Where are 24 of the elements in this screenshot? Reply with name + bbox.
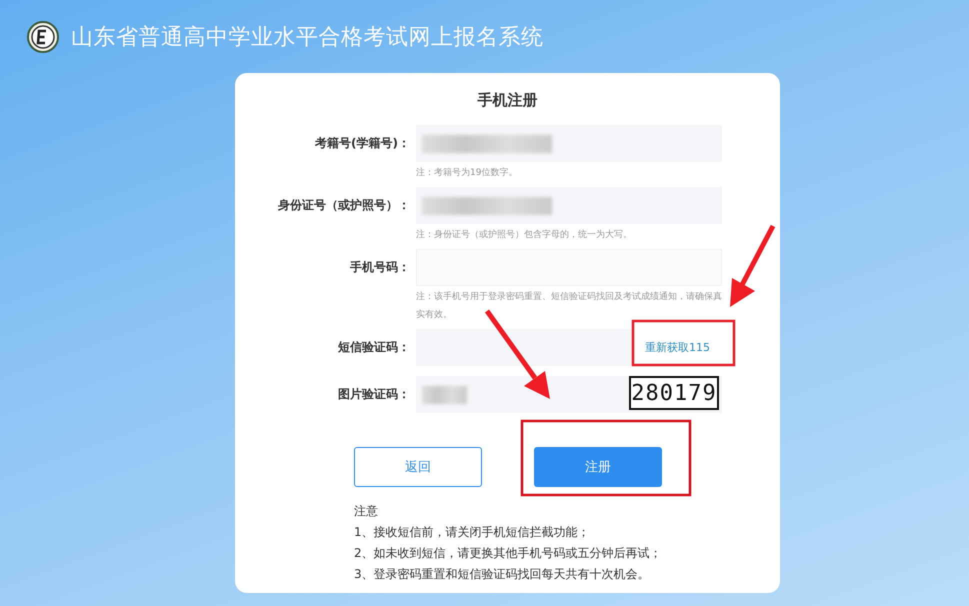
note-text: 2、如未收到短信，请更换其他手机号码或五分钟后再试； bbox=[354, 545, 663, 562]
note-text: 1、接收短信前，请关闭手机短信拦截功能； bbox=[354, 524, 591, 541]
field-hint: 注：该手机号用于登录密码重置、短信验证码找回及考试成绩通知，请确保真实有效。 bbox=[416, 290, 722, 322]
register-button[interactable]: 注册 bbox=[534, 447, 662, 487]
field-hint: 注：考籍号为19位数字。 bbox=[416, 166, 518, 180]
back-button[interactable]: 返回 bbox=[354, 447, 482, 487]
input-field[interactable]: 280179 bbox=[416, 376, 722, 413]
input-field[interactable] bbox=[416, 125, 722, 162]
field-hint: 注：身份证号（或护照号）包含字母的，统一为大写。 bbox=[416, 228, 633, 242]
field-label: 手机号码： bbox=[349, 259, 411, 276]
field-label: 图片验证码： bbox=[337, 386, 411, 403]
resend-code-button[interactable]: 重新获取115 bbox=[632, 329, 722, 366]
captcha-image[interactable]: 280179 bbox=[629, 376, 719, 410]
system-title: 山东省普通高中学业水平合格考试网上报名系统 bbox=[71, 24, 544, 52]
field-label: 身份证号（或护照号）： bbox=[277, 197, 411, 214]
input-field[interactable] bbox=[416, 187, 722, 224]
logo-icon bbox=[27, 20, 59, 52]
form-title: 手机注册 bbox=[476, 91, 538, 110]
input-field[interactable]: 重新获取115 bbox=[416, 329, 722, 366]
blurred-value bbox=[422, 386, 467, 404]
notes-title: 注意 bbox=[354, 503, 379, 520]
note-text: 3、登录密码重置和短信验证码找回每天共有十次机会。 bbox=[354, 566, 651, 583]
field-label: 短信验证码： bbox=[337, 339, 411, 356]
field-label: 考籍号(学籍号)： bbox=[314, 135, 411, 152]
